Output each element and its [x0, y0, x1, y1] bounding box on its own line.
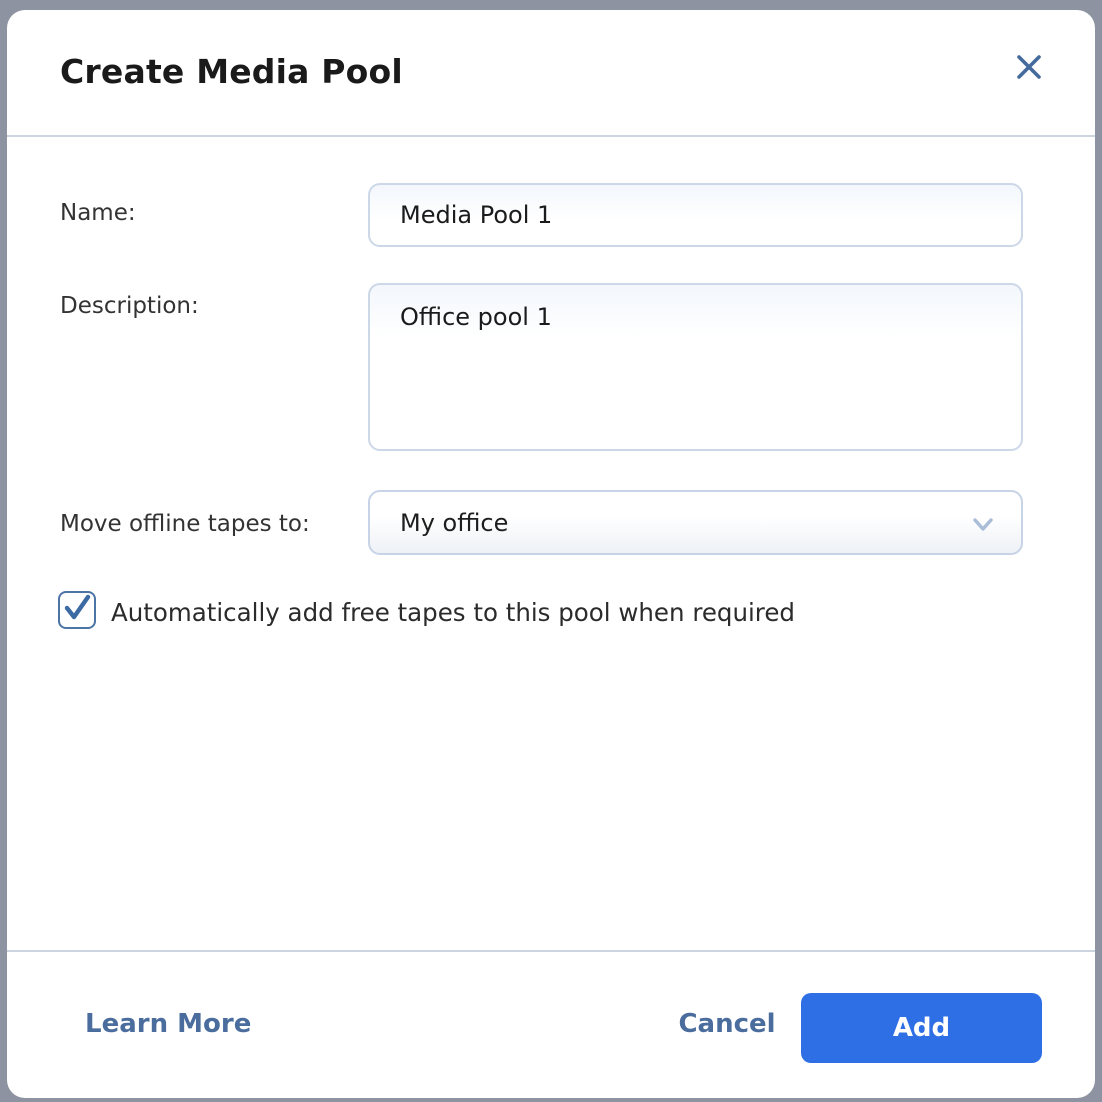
auto-add-checkbox[interactable] [58, 591, 96, 629]
move-offline-tapes-select[interactable]: My office [368, 490, 1023, 555]
add-button[interactable]: Add [801, 993, 1042, 1063]
chevron-down-icon [967, 510, 999, 542]
auto-add-label: Automatically add free tapes to this poo… [111, 598, 795, 627]
name-input[interactable] [368, 183, 1023, 247]
description-input[interactable]: Office pool 1 [368, 283, 1023, 451]
dialog-header: Create Media Pool [7, 10, 1095, 137]
description-label: Description: [60, 293, 199, 319]
dialog-title: Create Media Pool [60, 52, 403, 91]
close-icon [1012, 50, 1046, 87]
close-button[interactable] [1005, 44, 1053, 92]
name-label: Name: [60, 200, 136, 226]
select-value: My office [400, 509, 508, 537]
checkmark-icon [60, 595, 94, 625]
cancel-button[interactable]: Cancel [647, 1009, 807, 1039]
footer-divider [7, 950, 1095, 952]
create-media-pool-dialog: Create Media Pool Name: Description: Off… [7, 10, 1095, 1098]
learn-more-link[interactable]: Learn More [85, 1009, 251, 1039]
move-offline-tapes-label: Move offline tapes to: [60, 511, 310, 537]
